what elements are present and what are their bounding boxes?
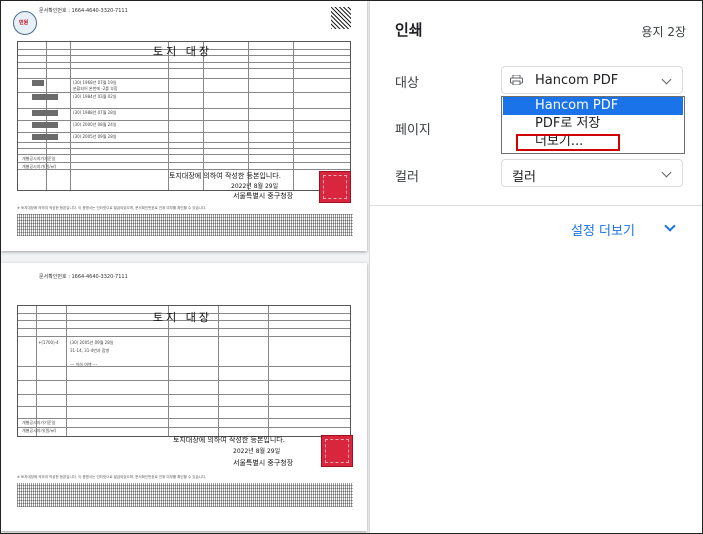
color-value: 컬러 bbox=[512, 170, 536, 185]
issue-date: 2022년 8월 29일 bbox=[233, 448, 281, 455]
official-stamp-icon bbox=[319, 171, 351, 203]
printer-icon bbox=[510, 75, 523, 85]
doc-confirm-number: 문서확인번호 : 1664-4640-3320-7111 bbox=[39, 274, 128, 280]
print-preview: 민원 문서확인번호 : 1664-4640-3320-7111 (30) 196… bbox=[1, 1, 370, 533]
issuer-name: 서울특별시 중구청장 bbox=[233, 192, 294, 200]
divider bbox=[370, 205, 702, 206]
chevron-down-icon bbox=[661, 74, 672, 85]
destination-label: 대상 bbox=[395, 76, 419, 91]
qr-code-icon bbox=[331, 7, 351, 29]
certification-text: 토지대장에 의하여 작성한 등본입니다. bbox=[173, 436, 285, 444]
print-dialog: 민원 문서확인번호 : 1664-4640-3320-7111 (30) 196… bbox=[0, 0, 703, 534]
more-settings-link[interactable]: 설정 더보기 bbox=[571, 220, 635, 239]
pages-label: 페이지 bbox=[395, 123, 431, 138]
print-settings-panel: 인쇄 용지 2장 대상 Hancom PDF Hancom PDF PDF로 저… bbox=[370, 1, 702, 533]
doc-confirm-number: 문서확인번호 : 1664-4640-3320-7111 bbox=[39, 8, 128, 14]
chevron-down-icon bbox=[661, 167, 672, 178]
official-stamp-icon bbox=[321, 435, 353, 467]
color-label: 컬러 bbox=[395, 170, 419, 185]
land-register-table: (30) 1968년 07월 19일 분할되어 본번에 -2를 부함 (30) … bbox=[17, 41, 351, 191]
option-hancom-pdf[interactable]: Hancom PDF bbox=[503, 97, 683, 115]
issue-date: 2022년 8월 29일 bbox=[231, 183, 279, 190]
panel-title: 인쇄 bbox=[395, 21, 423, 39]
option-save-as-pdf[interactable]: PDF로 저장 bbox=[503, 115, 683, 133]
security-pattern bbox=[17, 483, 353, 507]
sheet-count: 용지 2장 bbox=[641, 25, 686, 39]
issuer-name: 서울특별시 중구청장 bbox=[233, 459, 294, 467]
preview-page-2[interactable]: 문서확인번호 : 1664-4640-3320-7111 +(1700)-4 (… bbox=[1, 263, 367, 531]
security-pattern bbox=[17, 214, 353, 236]
destination-value: Hancom PDF bbox=[535, 73, 619, 88]
highlight-box bbox=[516, 134, 620, 151]
destination-select[interactable]: Hancom PDF bbox=[501, 66, 683, 94]
document-title: 토지 대장 bbox=[153, 311, 212, 324]
certification-text: 토지대장에 의하여 작성한 등본입니다. bbox=[169, 172, 281, 180]
color-select[interactable]: 컬러 bbox=[501, 159, 683, 187]
document-title: 토지 대장 bbox=[153, 45, 212, 58]
chevron-down-icon[interactable] bbox=[664, 220, 676, 232]
preview-page-1[interactable]: 민원 문서확인번호 : 1664-4640-3320-7111 (30) 196… bbox=[1, 1, 367, 251]
government-seal-icon: 민원 bbox=[13, 11, 37, 35]
